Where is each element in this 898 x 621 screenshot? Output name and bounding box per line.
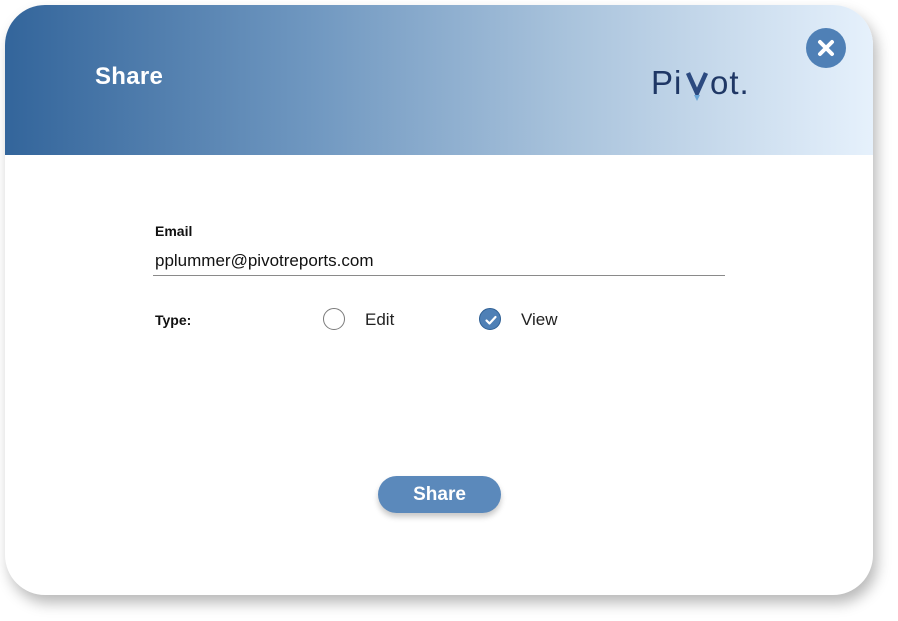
dialog-title: Share xyxy=(95,63,164,90)
share-dialog: Share Pi ot. Email Type: Edit xyxy=(5,5,873,595)
type-label: Type: xyxy=(155,312,192,328)
share-button[interactable]: Share xyxy=(378,476,501,513)
radio-view-circle[interactable] xyxy=(479,308,501,330)
checkmark-icon xyxy=(485,315,497,325)
radio-view-label: View xyxy=(521,310,558,329)
pivot-logo: Pi ot. xyxy=(651,64,750,101)
email-label: Email xyxy=(155,223,193,239)
svg-text:Pi: Pi xyxy=(651,64,682,101)
radio-edit-label: Edit xyxy=(365,310,395,329)
radio-edit-circle[interactable] xyxy=(323,308,345,330)
radio-view[interactable]: View xyxy=(479,308,589,332)
svg-text:ot.: ot. xyxy=(710,64,750,101)
email-field[interactable] xyxy=(153,246,725,276)
dialog-header: Share Pi ot. xyxy=(5,5,873,155)
close-button[interactable] xyxy=(806,28,846,68)
close-icon xyxy=(818,40,834,56)
radio-edit[interactable]: Edit xyxy=(323,308,433,332)
